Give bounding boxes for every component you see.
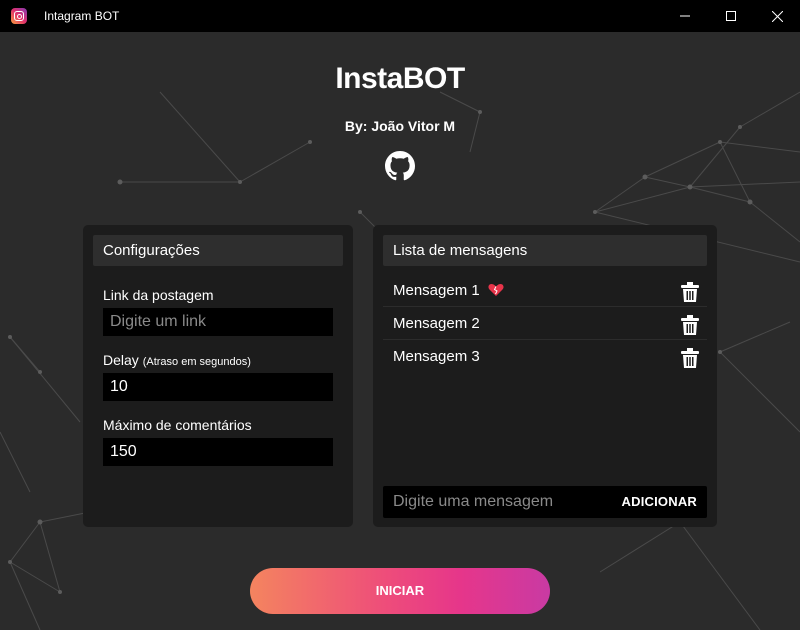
link-input[interactable]	[103, 308, 333, 336]
messages-panel-title: Lista de mensagens	[383, 235, 707, 266]
message-text: Mensagem 2	[393, 315, 480, 332]
close-icon	[771, 10, 783, 22]
message-text: Mensagem 3	[393, 348, 480, 365]
trash-icon	[681, 348, 699, 368]
delay-label-text: Delay	[103, 352, 139, 368]
minimize-icon	[680, 15, 690, 17]
max-comments-label: Máximo de comentários	[103, 417, 252, 433]
config-panel-title: Configurações	[93, 235, 343, 266]
maximize-icon	[726, 11, 736, 21]
list-item: Mensagem 2	[383, 307, 707, 340]
messages-panel: Lista de mensagens Mensagem 1 Mensagem 2	[373, 225, 717, 527]
config-panel: Configurações Link da postagem Delay (At…	[83, 225, 353, 527]
message-text: Mensagem 1	[393, 282, 480, 299]
github-icon	[385, 151, 415, 181]
delay-input[interactable]	[103, 373, 333, 401]
delete-message-button[interactable]	[681, 347, 699, 368]
close-button[interactable]	[754, 0, 800, 32]
github-link[interactable]	[385, 151, 415, 181]
link-label: Link da postagem	[103, 287, 214, 303]
new-message-bar: ADICIONAR	[383, 486, 707, 518]
window-title: Intagram BOT	[44, 9, 120, 23]
delete-message-button[interactable]	[681, 281, 699, 302]
list-item: Mensagem 3	[383, 340, 707, 373]
message-input[interactable]	[383, 486, 603, 518]
start-button[interactable]: INICIAR	[250, 568, 550, 614]
heart-icon	[488, 284, 504, 297]
delay-hint: (Atraso em segundos)	[142, 356, 251, 368]
maximize-button[interactable]	[708, 0, 754, 32]
delete-message-button[interactable]	[681, 314, 699, 335]
minimize-button[interactable]	[662, 0, 708, 32]
instagram-icon	[11, 8, 27, 24]
title-bar: Intagram BOT	[0, 0, 800, 32]
author-label: By: João Vitor M	[344, 118, 456, 134]
app-title: InstaBOT	[335, 62, 465, 95]
max-comments-input[interactable]	[103, 438, 333, 466]
delay-label: Delay (Atraso em segundos)	[103, 352, 251, 368]
list-item: Mensagem 1	[383, 274, 707, 307]
add-message-button[interactable]: ADICIONAR	[622, 486, 697, 518]
trash-icon	[681, 282, 699, 302]
trash-icon	[681, 315, 699, 335]
